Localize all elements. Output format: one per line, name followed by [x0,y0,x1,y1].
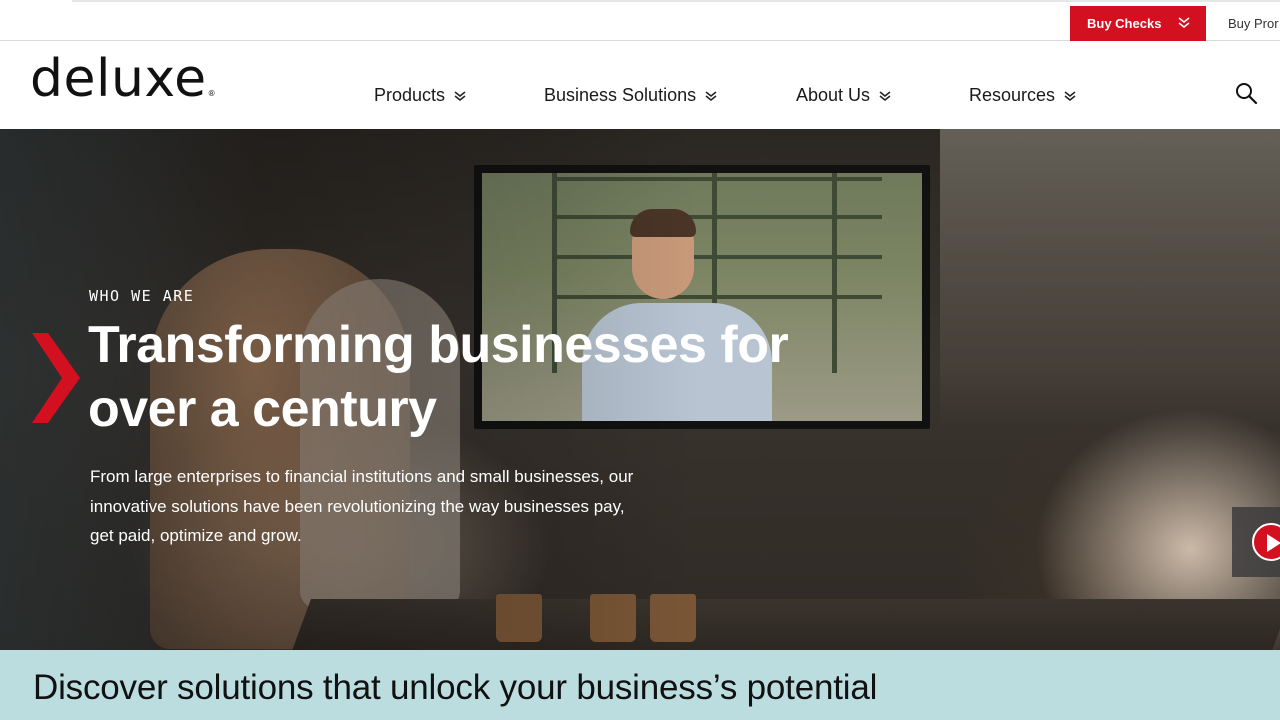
logo-text-end: e [174,49,207,109]
chevron-double-down-icon [454,90,466,101]
chevron-right-icon [32,333,80,423]
hero-section: WHO WE ARE Transforming businesses for o… [0,129,1280,650]
logo-registered-mark: ® [207,89,217,98]
nav-resources-label: Resources [969,85,1056,105]
chevron-double-down-icon [1064,90,1076,101]
buy-promo-label: Buy Pror [1228,16,1279,31]
nav-about-us-label: About Us [796,85,871,105]
buy-promo-link[interactable]: Buy Pror [1228,6,1279,41]
logo-text-start: delu [30,49,145,109]
deluxe-logo[interactable]: deluxe® [30,53,217,105]
chevron-double-down-icon [705,90,717,101]
buy-checks-label: Buy Checks [1087,16,1162,31]
hero-eyebrow: WHO WE ARE [89,287,195,305]
discover-heading: Discover solutions that unlock your busi… [33,668,878,707]
discover-section: Discover solutions that unlock your busi… [0,650,1280,720]
nav-products-label: Products [374,85,446,105]
hero-subcopy: From large enterprises to financial inst… [90,467,634,545]
main-header: deluxe® Products Business Solutions Abou… [0,41,1280,129]
logo-text-x: x [144,49,175,109]
buy-checks-button[interactable]: Buy Checks [1070,6,1206,41]
hero-bg-right [940,129,1280,429]
chevron-double-down-icon [879,90,891,101]
nav-products[interactable]: Products [374,85,466,106]
nav-business-solutions-label: Business Solutions [544,85,697,105]
hero-headline: Transforming businesses for over a centu… [88,316,789,438]
search-icon[interactable] [1234,81,1258,105]
play-icon[interactable] [1252,523,1280,561]
nav-business-solutions[interactable]: Business Solutions [544,85,717,106]
chevron-double-down-icon [1178,17,1190,29]
utility-bar: Buy Checks Buy Pror [0,4,1280,41]
video-play-control[interactable] [1232,507,1280,577]
nav-about-us[interactable]: About Us [796,85,891,106]
nav-resources[interactable]: Resources [969,85,1076,106]
